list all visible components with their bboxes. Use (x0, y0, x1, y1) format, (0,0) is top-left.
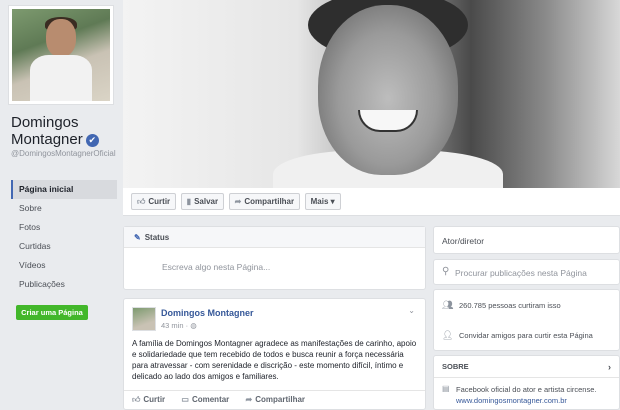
bookmark-icon: ▮ (186, 197, 192, 206)
share-page-button[interactable]: ➦ Compartilhar (228, 193, 301, 210)
invite-friends-link[interactable]: Convidar amigos para curtir esta Página (459, 331, 593, 340)
post-share-label: Compartilhar (255, 395, 306, 404)
share-page-label: Compartilhar (244, 197, 295, 206)
nav-item-videos[interactable]: Vídeos (11, 256, 117, 275)
post-time-text: 43 min (161, 321, 184, 330)
status-input[interactable]: Escreva algo nesta Página... (124, 248, 425, 272)
cover-face (318, 5, 458, 175)
post-action-bar: 👍︎ Curtir ▭ Comentar ➦ Compartilhar (124, 390, 425, 409)
nav-item-photos[interactable]: Fotos (11, 218, 117, 237)
nav-item-home[interactable]: Página inicial (11, 180, 117, 199)
comment-icon: ▭ (181, 395, 189, 404)
likes-count: 260.785 pessoas curtiram isso (459, 301, 561, 310)
post-share-button[interactable]: ➦ Compartilhar (246, 395, 306, 404)
more-label: Mais (310, 197, 329, 206)
nav-item-posts[interactable]: Publicações (11, 275, 117, 294)
thumbs-up-icon: 👍︎ (137, 197, 146, 206)
page-title-line2-text: Montagner (11, 131, 83, 148)
search-icon: ⚲ (442, 266, 450, 277)
about-box: SOBRE › ▤ Facebook oficial do ator e arti… (433, 355, 620, 410)
profile-photo-head (46, 19, 76, 57)
about-title: SOBRE (442, 362, 469, 371)
post: Domingos Montagner 43 min · ◍ ⌄ A famíli… (123, 298, 426, 410)
about-header[interactable]: SOBRE › (434, 356, 619, 378)
profile-picture[interactable] (8, 5, 114, 105)
status-tab-label: Status (144, 233, 170, 242)
create-page-button[interactable]: Criar uma Página (16, 305, 88, 320)
pencil-icon: ✎ (134, 233, 141, 242)
community-box: 👥︎ 260.785 pessoas curtiram isso 👤︎ Convid… (433, 289, 620, 351)
add-person-icon: 👤︎ (442, 330, 454, 340)
save-page-button[interactable]: ▮ Salvar (180, 193, 225, 210)
page-title-line1: Domingos (11, 114, 79, 131)
post-comment-label: Comentar (191, 395, 230, 404)
about-description: Facebook oficial do ator e artista circe… (456, 385, 597, 394)
post-like-button[interactable]: 👍︎ Curtir (132, 395, 165, 405)
like-page-button[interactable]: 👍︎ Curtir (131, 193, 177, 210)
chevron-down-icon[interactable]: ⌄ (408, 306, 415, 315)
profile-photo-shirt (30, 55, 92, 101)
post-avatar[interactable] (132, 307, 156, 331)
post-like-label: Curtir (143, 395, 166, 404)
people-icon: 👥︎ (442, 300, 454, 310)
post-timestamp[interactable]: 43 min · ◍ (161, 321, 197, 330)
save-page-label: Salvar (194, 197, 219, 206)
search-input[interactable]: Procurar publicações nesta Página (455, 268, 587, 278)
nav-item-likes[interactable]: Curtidas (11, 237, 117, 256)
page-title-line2: Montagner ✔ (11, 131, 99, 148)
more-button[interactable]: Mais ▾ (304, 193, 341, 210)
left-column: Domingos Montagner ✔ @DomingosMontagnerOf… (0, 0, 123, 410)
post-author[interactable]: Domingos Montagner (161, 308, 254, 318)
verified-icon: ✔ (85, 133, 99, 147)
likes-count-row: 👥︎ 260.785 pessoas curtiram isso (442, 300, 561, 311)
post-comment-button[interactable]: ▭ Comentar (181, 395, 229, 404)
page-title[interactable]: Domingos Montagner ✔ (11, 114, 99, 148)
page-category: Ator/diretor (433, 226, 620, 254)
globe-icon: ◍ (190, 321, 197, 330)
profile-photo (12, 9, 110, 101)
page-nav: Página inicial Sobre Fotos Curtidas Víde… (11, 180, 117, 294)
share-arrow-icon: ➦ (245, 395, 253, 404)
status-tab[interactable]: ✎ Status (124, 227, 425, 248)
chevron-right-icon[interactable]: › (608, 356, 611, 378)
post-body: A família de Domingos Montagner agradece… (132, 339, 417, 381)
page-search[interactable]: ⚲ Procurar publicações nesta Página (433, 259, 620, 285)
page-handle[interactable]: @DomingosMontagnerOficial (11, 149, 119, 159)
thumbs-up-icon: 👍︎ (132, 395, 141, 404)
nav-item-about[interactable]: Sobre (11, 199, 117, 218)
share-arrow-icon: ➦ (234, 197, 242, 206)
like-page-label: Curtir (148, 197, 171, 206)
website-link[interactable]: www.domingosmontagner.com.br (456, 396, 567, 405)
caret-down-icon: ▾ (330, 197, 335, 206)
invite-friends-row[interactable]: 👤︎ Convidar amigos para curtir esta Págin… (442, 330, 593, 341)
info-icon: ▤ (442, 384, 450, 393)
page-action-bar: 👍︎ Curtir ▮ Salvar ➦ Compartilhar Mais ▾ (123, 188, 620, 216)
category-text[interactable]: Ator/diretor (434, 227, 619, 255)
status-composer: ✎ Status Escreva algo nesta Página... (123, 226, 426, 290)
cover-photo[interactable] (123, 0, 620, 188)
